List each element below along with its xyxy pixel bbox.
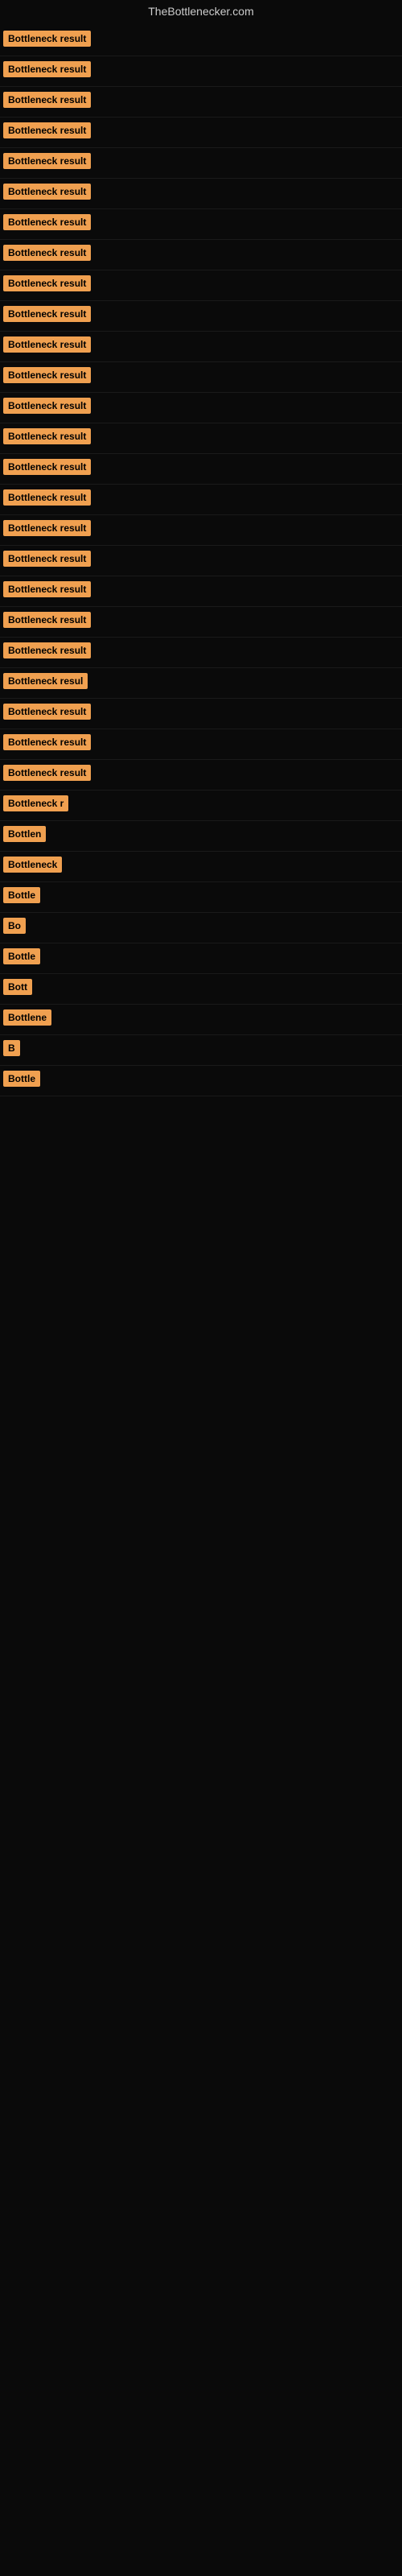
bottleneck-row: Bottlen bbox=[0, 821, 402, 852]
bottleneck-badge[interactable]: Bottleneck bbox=[3, 857, 62, 873]
bottleneck-badge[interactable]: Bottleneck result bbox=[3, 612, 91, 628]
bottleneck-badge[interactable]: Bottleneck result bbox=[3, 306, 91, 322]
bottleneck-badge[interactable]: Bottleneck result bbox=[3, 765, 91, 781]
bottleneck-badge[interactable]: Bottleneck result bbox=[3, 704, 91, 720]
bottleneck-row: Bottleneck result bbox=[0, 607, 402, 638]
bottleneck-badge[interactable]: Bottleneck result bbox=[3, 214, 91, 230]
bottleneck-row: Bottlene bbox=[0, 1005, 402, 1035]
bottleneck-badge[interactable]: Bottleneck result bbox=[3, 184, 91, 200]
bottleneck-row: Bottleneck result bbox=[0, 454, 402, 485]
bottleneck-row: Bottleneck result bbox=[0, 546, 402, 576]
bottleneck-badge[interactable]: Bottle bbox=[3, 887, 40, 903]
bottleneck-row: Bottleneck result bbox=[0, 301, 402, 332]
bottleneck-row: Bottleneck result bbox=[0, 179, 402, 209]
bottleneck-badge[interactable]: Bottle bbox=[3, 1071, 40, 1087]
bottleneck-row: Bottleneck result bbox=[0, 118, 402, 148]
bottleneck-badge[interactable]: Bottleneck result bbox=[3, 642, 91, 658]
bottleneck-row: Bottleneck result bbox=[0, 423, 402, 454]
bottleneck-row: Bottleneck result bbox=[0, 148, 402, 179]
bottleneck-badge[interactable]: Bottleneck result bbox=[3, 489, 91, 506]
site-title: TheBottlenecker.com bbox=[0, 0, 402, 26]
bottleneck-badge[interactable]: Bottleneck result bbox=[3, 581, 91, 597]
bottleneck-badge[interactable]: Bottlene bbox=[3, 1009, 51, 1026]
bottleneck-badge[interactable]: Bott bbox=[3, 979, 32, 995]
bottleneck-row: Bottleneck result bbox=[0, 87, 402, 118]
bottleneck-row: Bottleneck result bbox=[0, 56, 402, 87]
bottleneck-badge[interactable]: Bottleneck result bbox=[3, 551, 91, 567]
bottleneck-badge[interactable]: Bottleneck result bbox=[3, 275, 91, 291]
bottleneck-badge[interactable]: Bottleneck result bbox=[3, 245, 91, 261]
bottleneck-badge[interactable]: Bottlen bbox=[3, 826, 46, 842]
bottleneck-row: Bottleneck result bbox=[0, 760, 402, 791]
bottleneck-row: Bottleneck result bbox=[0, 240, 402, 270]
bottleneck-badge[interactable]: Bottleneck result bbox=[3, 367, 91, 383]
bottleneck-badge[interactable]: Bottleneck result bbox=[3, 336, 91, 353]
bottleneck-row: Bottle bbox=[0, 1066, 402, 1096]
bottleneck-badge[interactable]: Bottleneck result bbox=[3, 153, 91, 169]
bottleneck-row: Bottleneck result bbox=[0, 485, 402, 515]
bottleneck-badge[interactable]: Bottleneck result bbox=[3, 61, 91, 77]
bottleneck-badge[interactable]: Bottleneck result bbox=[3, 92, 91, 108]
bottleneck-row: Bottleneck result bbox=[0, 393, 402, 423]
bottleneck-badge[interactable]: Bottleneck result bbox=[3, 398, 91, 414]
bottleneck-badge[interactable]: Bottleneck result bbox=[3, 31, 91, 47]
bottleneck-row: Bottleneck resul bbox=[0, 668, 402, 699]
bottleneck-row: Bott bbox=[0, 974, 402, 1005]
bottleneck-row: Bottleneck result bbox=[0, 699, 402, 729]
bottleneck-row: Bottleneck result bbox=[0, 362, 402, 393]
bottleneck-row: Bottle bbox=[0, 882, 402, 913]
bottleneck-row: Bottleneck result bbox=[0, 515, 402, 546]
rows-container: Bottleneck result Bottleneck result Bottle… bbox=[0, 26, 402, 1096]
bottleneck-row: Bottleneck result bbox=[0, 209, 402, 240]
bottleneck-badge[interactable]: Bottleneck result bbox=[3, 122, 91, 138]
bottleneck-badge[interactable]: Bottle bbox=[3, 948, 40, 964]
bottleneck-badge[interactable]: Bo bbox=[3, 918, 26, 934]
bottleneck-row: Bottle bbox=[0, 943, 402, 974]
bottleneck-row: Bottleneck result bbox=[0, 332, 402, 362]
bottleneck-badge[interactable]: B bbox=[3, 1040, 20, 1056]
bottleneck-row: Bottleneck r bbox=[0, 791, 402, 821]
bottleneck-badge[interactable]: Bottleneck resul bbox=[3, 673, 88, 689]
site-title-wrapper: TheBottlenecker.com bbox=[0, 0, 402, 26]
bottleneck-badge[interactable]: Bottleneck result bbox=[3, 428, 91, 444]
bottleneck-row: Bottleneck bbox=[0, 852, 402, 882]
bottleneck-row: Bottleneck result bbox=[0, 729, 402, 760]
bottleneck-badge[interactable]: Bottleneck result bbox=[3, 734, 91, 750]
bottleneck-row: Bottleneck result bbox=[0, 576, 402, 607]
bottleneck-row: Bo bbox=[0, 913, 402, 943]
bottleneck-row: Bottleneck result bbox=[0, 26, 402, 56]
bottleneck-badge[interactable]: Bottleneck result bbox=[3, 459, 91, 475]
bottleneck-row: B bbox=[0, 1035, 402, 1066]
bottleneck-badge[interactable]: Bottleneck r bbox=[3, 795, 68, 811]
bottleneck-badge[interactable]: Bottleneck result bbox=[3, 520, 91, 536]
bottleneck-row: Bottleneck result bbox=[0, 638, 402, 668]
bottleneck-row: Bottleneck result bbox=[0, 270, 402, 301]
